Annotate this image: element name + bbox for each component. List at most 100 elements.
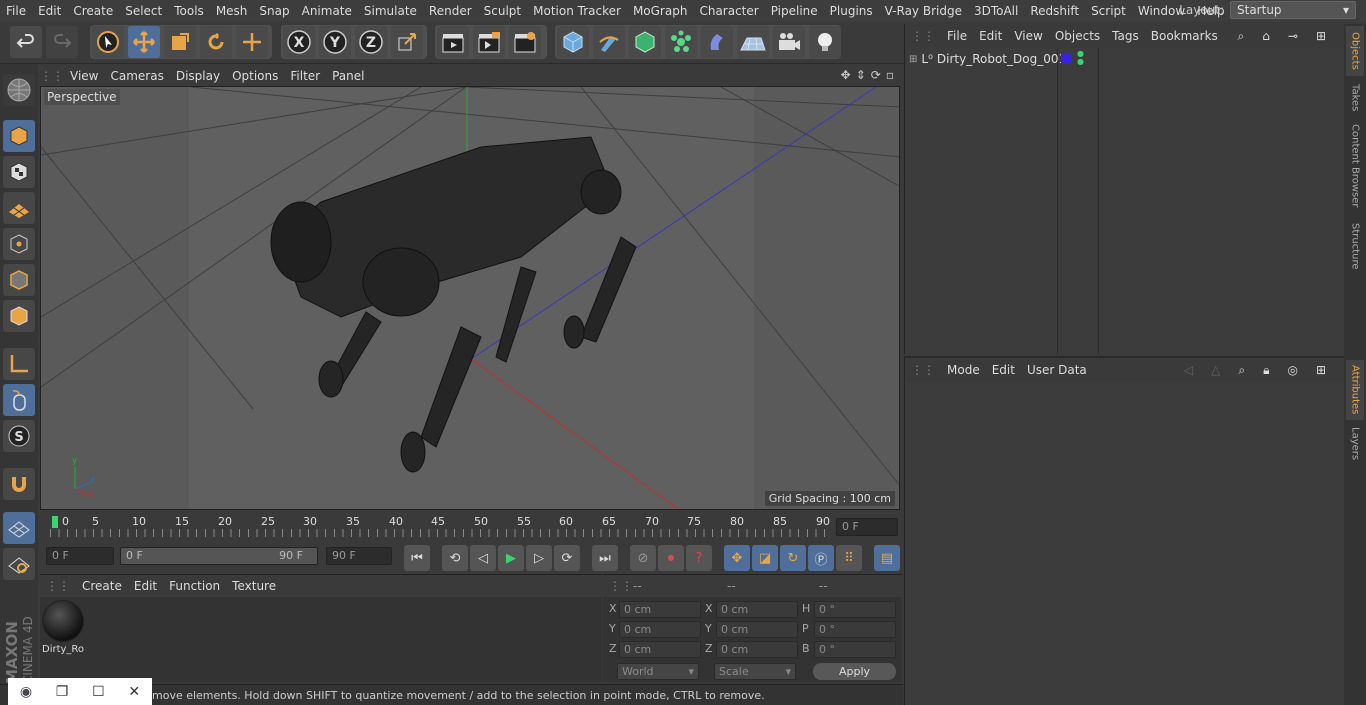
play-button[interactable]: ▶ xyxy=(498,545,524,571)
visibility-dots-icon[interactable]: ● ● xyxy=(1077,50,1084,66)
object-name[interactable]: Dirty_Robot_Dog_001 xyxy=(937,52,1066,66)
previous-key-button[interactable]: ⟲ xyxy=(442,545,468,571)
attribute-menu-edit[interactable]: Edit xyxy=(986,363,1021,377)
z-axis-button[interactable]: Z xyxy=(355,26,387,58)
menu-vray-bridge[interactable]: V-Ray Bridge xyxy=(879,4,968,18)
up-arrow-icon[interactable]: △ xyxy=(1205,363,1226,378)
rotation-p-field[interactable]: 0 ° xyxy=(814,621,896,638)
record-position-button[interactable]: ✥ xyxy=(724,545,750,571)
tab-layers[interactable]: Layers xyxy=(1346,424,1364,464)
menu-create[interactable]: Create xyxy=(67,4,119,18)
maximize-icon[interactable]: ▫ xyxy=(886,68,894,82)
object-menu-file[interactable]: File xyxy=(941,29,973,43)
autokey-button[interactable]: ? xyxy=(686,545,712,571)
menu-simulate[interactable]: Simulate xyxy=(358,4,423,18)
timeline-window-button[interactable]: ▤ xyxy=(874,545,900,571)
rotation-b-field[interactable]: 0 ° xyxy=(814,641,896,658)
render-view-button[interactable] xyxy=(437,26,469,58)
position-z-field[interactable]: 0 cm xyxy=(619,641,701,658)
camera-label[interactable]: Perspective xyxy=(44,89,120,105)
menu-3dtoall[interactable]: 3DToAll xyxy=(968,4,1024,18)
size-z-field[interactable]: 0 cm xyxy=(716,641,798,658)
menu-redshift[interactable]: Redshift xyxy=(1024,4,1085,18)
rotate-tool-button[interactable] xyxy=(200,26,232,58)
redo-button[interactable] xyxy=(46,26,78,58)
coordinate-system-button[interactable] xyxy=(391,26,423,58)
new-window-icon[interactable]: ⊞ xyxy=(1310,29,1332,44)
move-tool-button[interactable] xyxy=(128,26,160,58)
viewport-menu-view[interactable]: View xyxy=(64,69,104,83)
new-window-icon[interactable]: ⊞ xyxy=(1310,363,1332,378)
material-menu-create[interactable]: Create xyxy=(76,579,128,593)
menu-pipeline[interactable]: Pipeline xyxy=(765,4,824,18)
tab-content-browser[interactable]: Content Browser xyxy=(1346,120,1364,212)
texture-mode-button[interactable] xyxy=(3,156,35,188)
edges-mode-button[interactable] xyxy=(3,264,35,296)
expand-icon[interactable]: ⊞ xyxy=(909,54,917,65)
menu-mograph[interactable]: MoGraph xyxy=(627,4,694,18)
record-scale-button[interactable]: ◪ xyxy=(752,545,778,571)
transform-mode-dropdown[interactable]: Scale ▾ xyxy=(714,663,796,680)
next-frame-button[interactable]: ▷ xyxy=(526,545,552,571)
search-icon[interactable]: ⌕ xyxy=(1232,363,1251,378)
floor-button[interactable] xyxy=(737,26,769,58)
position-x-field[interactable]: 0 cm xyxy=(619,601,701,618)
tab-objects[interactable]: Objects xyxy=(1346,26,1364,76)
viewport-menu-options[interactable]: Options xyxy=(226,69,284,83)
workplane-lock-button[interactable] xyxy=(3,512,35,544)
model-mode-button[interactable] xyxy=(3,120,35,152)
tab-structure[interactable]: Structure xyxy=(1346,218,1364,274)
apply-button[interactable]: Apply xyxy=(813,663,896,680)
menu-select[interactable]: Select xyxy=(119,4,168,18)
material-menu-function[interactable]: Function xyxy=(163,579,226,593)
lock-icon[interactable]: 🔒︎ xyxy=(1257,363,1275,378)
preview-range-slider[interactable]: 0 F 90 F xyxy=(120,547,318,565)
locked-workplane-button[interactable] xyxy=(3,548,35,580)
3d-viewport[interactable]: y zx Perspective Grid Spacing : 100 cm xyxy=(40,86,900,510)
menu-tools[interactable]: Tools xyxy=(168,4,210,18)
target-icon[interactable]: ◎ xyxy=(1281,363,1303,378)
subdivision-button[interactable] xyxy=(629,26,661,58)
start-frame-field[interactable]: 0 F xyxy=(46,547,114,565)
cloner-button[interactable] xyxy=(665,26,697,58)
maximize-icon[interactable]: ☐ xyxy=(92,684,105,700)
home-icon[interactable]: ⌂ xyxy=(1256,29,1276,44)
record-pla-button[interactable]: ⠿ xyxy=(836,545,862,571)
x-axis-button[interactable]: X xyxy=(283,26,315,58)
go-to-start-button[interactable]: ⏮ xyxy=(404,545,430,571)
object-menu-bookmarks[interactable]: Bookmarks xyxy=(1145,29,1224,43)
material-swatch[interactable]: Dirty_Ro xyxy=(42,600,86,658)
menu-character[interactable]: Character xyxy=(693,4,764,18)
position-y-field[interactable]: 0 cm xyxy=(619,621,701,638)
list-item[interactable]: ⊞ L⁰ Dirty_Robot_Dog_001 ● ● xyxy=(905,50,1343,68)
render-settings-button[interactable] xyxy=(509,26,541,58)
rotation-h-field[interactable]: 0 ° xyxy=(814,601,896,618)
viewport-menu-panel[interactable]: Panel xyxy=(326,69,370,83)
size-x-field[interactable]: 0 cm xyxy=(716,601,798,618)
material-menu-edit[interactable]: Edit xyxy=(128,579,163,593)
light-button[interactable] xyxy=(809,26,841,58)
viewport-menu-cameras[interactable]: Cameras xyxy=(104,69,169,83)
last-tool-button[interactable] xyxy=(236,26,268,58)
viewport-menu-display[interactable]: Display xyxy=(170,69,226,83)
layer-color-swatch[interactable] xyxy=(1061,53,1072,64)
viewport-menu-filter[interactable]: Filter xyxy=(284,69,326,83)
restore-icon[interactable]: ❐ xyxy=(56,684,69,700)
search-icon[interactable]: ⌕ xyxy=(1232,29,1251,44)
go-to-end-button[interactable]: ⏭ xyxy=(592,545,618,571)
camera-button[interactable] xyxy=(773,26,805,58)
current-frame-field[interactable]: 0 F xyxy=(836,518,898,536)
link-icon[interactable]: ⊸ xyxy=(1282,29,1304,44)
tab-takes[interactable]: Takes xyxy=(1346,80,1364,116)
deformer-button[interactable] xyxy=(701,26,733,58)
object-menu-edit[interactable]: Edit xyxy=(973,29,1008,43)
points-mode-button[interactable] xyxy=(3,228,35,260)
pen-spline-button[interactable] xyxy=(593,26,625,58)
menu-mesh[interactable]: Mesh xyxy=(210,4,254,18)
axis-mode-button[interactable] xyxy=(3,348,35,380)
timeline[interactable]: 0 5 10 15 20 25 30 35 40 45 50 55 60 65 … xyxy=(40,512,902,542)
layout-select[interactable]: Startup ▾ xyxy=(1230,1,1356,19)
size-y-field[interactable]: 0 cm xyxy=(716,621,798,638)
close-icon[interactable]: ✕ xyxy=(128,684,140,700)
cube-button[interactable] xyxy=(557,26,589,58)
